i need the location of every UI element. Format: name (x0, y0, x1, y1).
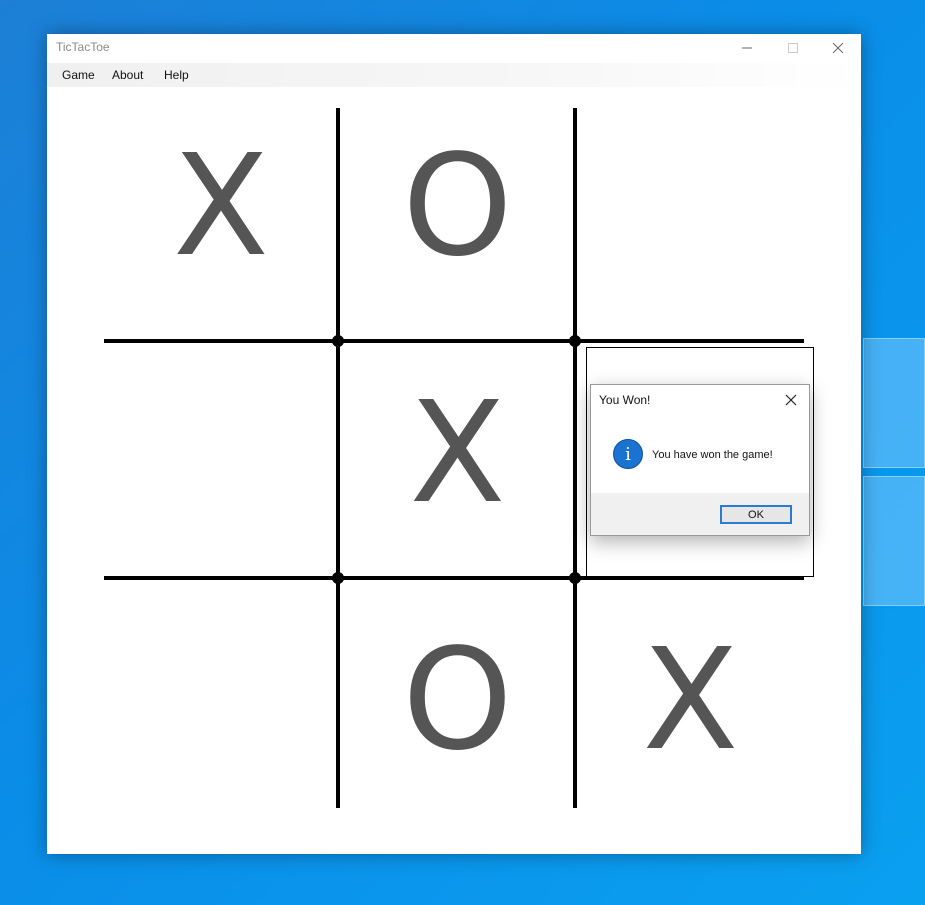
close-button[interactable] (815, 34, 861, 62)
dialog-close-button[interactable] (781, 391, 801, 409)
you-won-dialog: You Won! i You have won the game! OK (590, 384, 810, 536)
cell-0-1[interactable]: O (340, 137, 575, 277)
dialog-footer: OK (591, 493, 809, 535)
dialog-message: You have won the game! (652, 449, 773, 461)
ok-button[interactable]: OK (720, 505, 792, 524)
close-icon (832, 42, 844, 54)
cell-1-1[interactable]: X (340, 384, 575, 524)
maximize-icon (788, 43, 798, 53)
minimize-icon (742, 47, 752, 49)
cell-0-0[interactable]: X (104, 137, 338, 277)
cell-2-2[interactable]: X (577, 631, 804, 771)
minimize-button[interactable] (724, 34, 770, 62)
menu-help[interactable]: Help (164, 68, 189, 82)
windows-logo-pane-top (863, 338, 925, 468)
menu-game[interactable]: Game (62, 68, 95, 82)
grid-joint (569, 572, 581, 584)
dialog-title: You Won! (599, 393, 651, 407)
close-icon (785, 394, 797, 406)
info-icon: i (613, 439, 643, 469)
windows-logo-pane-bottom (863, 476, 925, 606)
desktop-background: TicTacToe Game About Help X O X O X You … (0, 0, 925, 905)
grid-joint (569, 335, 581, 347)
grid-joint (332, 335, 344, 347)
window-title: TicTacToe (56, 40, 110, 54)
menu-bar: Game About Help (47, 63, 861, 87)
cell-2-1[interactable]: O (340, 631, 575, 771)
grid-joint (332, 572, 344, 584)
menu-about[interactable]: About (112, 68, 143, 82)
title-bar[interactable]: TicTacToe (47, 34, 861, 62)
maximize-button[interactable] (770, 34, 816, 62)
